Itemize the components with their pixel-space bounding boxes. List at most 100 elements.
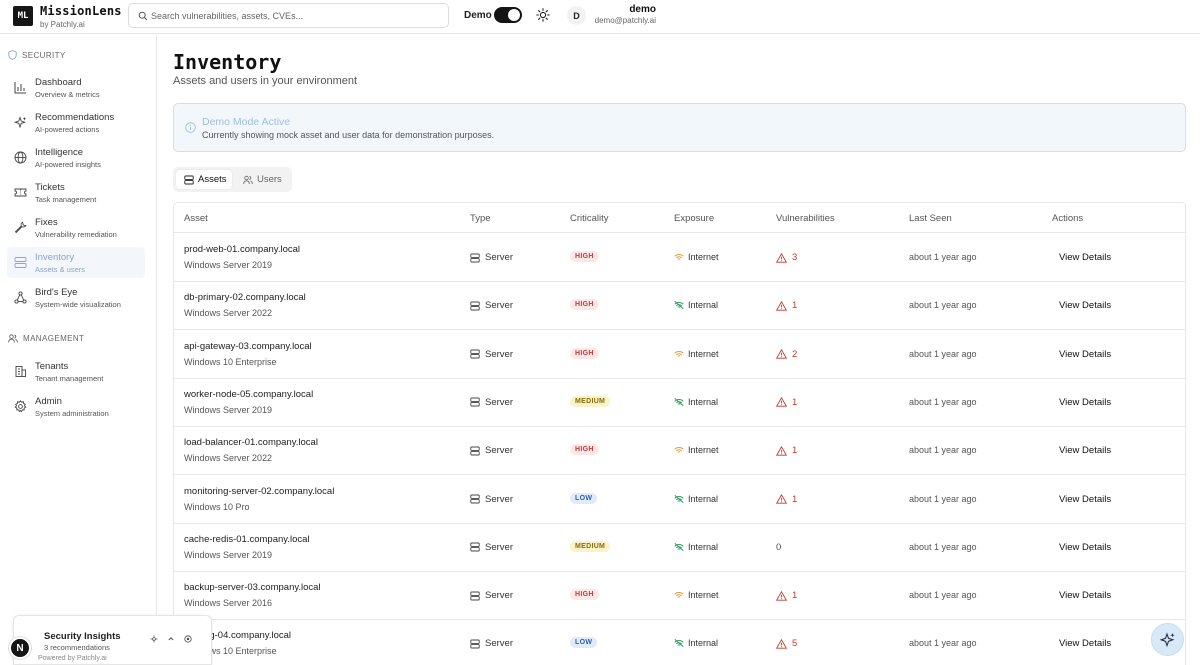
tab-users[interactable]: Users [235, 170, 289, 189]
asset-os: Windows Server 2019 [184, 404, 273, 415]
exposure: Internal [674, 638, 718, 648]
gear-icon[interactable] [150, 635, 158, 643]
view-details-button[interactable]: View Details [1059, 494, 1111, 505]
search-box[interactable] [128, 3, 449, 28]
column-header-exposure: Exposure [674, 213, 715, 224]
sidebar-item-dashboard[interactable]: Dashboard Overview & metrics [7, 72, 145, 103]
criticality-badge: LOW [570, 492, 598, 504]
banner-title: Demo Mode Active [202, 116, 291, 128]
asset-name: db-primary-02.company.local [184, 292, 306, 304]
sidebar-item-title: Tickets [35, 182, 65, 193]
asset-os: Windows 10 Pro [184, 501, 250, 512]
asset-type: Server [470, 638, 513, 649]
sidebar-item-recommendations[interactable]: Recommendations AI-powered actions [7, 107, 145, 138]
exposure: Internal [674, 542, 718, 552]
asset-type: Server [470, 397, 513, 408]
view-details-button[interactable]: View Details [1059, 542, 1111, 553]
ai-assistant-button[interactable] [1151, 623, 1184, 656]
asset-type: Server [470, 590, 513, 601]
server-icon [14, 257, 27, 268]
page-subtitle: Assets and users in your environment [173, 75, 358, 87]
user-email: demo@patchly.ai [594, 16, 656, 25]
sidebar-item-title: Admin [35, 396, 62, 407]
criticality-badge: MEDIUM [570, 540, 611, 552]
server-icon [470, 253, 480, 262]
alert-triangle-icon [776, 252, 787, 263]
asset-os: Windows Server 2016 [184, 598, 273, 609]
sun-icon[interactable] [536, 8, 550, 22]
view-details-button[interactable]: View Details [1059, 349, 1111, 360]
security-insights-panel[interactable]: Security Insights 3 recommendations Powe… [13, 615, 212, 665]
asset-name: monitoring-server-02.company.local [184, 485, 335, 497]
asset-os: Windows Server 2019 [184, 549, 273, 560]
sidebar-item-intelligence[interactable]: Intelligence AI-powered insights [7, 142, 145, 173]
sidebar-item-birds-eye[interactable]: Bird's Eye System-wide visualization [7, 282, 145, 313]
sidebar-item-admin[interactable]: Admin System administration [7, 391, 145, 422]
exposure: Internal [674, 494, 718, 504]
table-row[interactable]: monitoring-server-02.company.local Window… [174, 476, 1185, 524]
view-details-button[interactable]: View Details [1059, 300, 1111, 311]
table-row[interactable]: backup-server-03.company.local Windows Se… [174, 572, 1185, 621]
alert-triangle-icon [776, 397, 787, 408]
server-icon [470, 591, 480, 601]
sidebar-item-title: Tenants [35, 361, 69, 372]
globe-icon [14, 151, 27, 164]
sidebar: SECURITY Dashboard Overview & metrics Re… [0, 35, 157, 665]
asset-type: Server [470, 300, 513, 311]
view-details-button[interactable]: View Details [1059, 638, 1111, 649]
alert-triangle-icon [776, 590, 787, 601]
server-icon [470, 301, 480, 311]
sidebar-item-tickets[interactable]: Tickets Task management [7, 177, 145, 208]
table-row[interactable]: db-primary-02.company.local Windows Serve… [174, 282, 1185, 331]
bar-chart-icon [14, 82, 26, 94]
view-details-button[interactable]: View Details [1059, 445, 1111, 456]
wifi-icon [674, 447, 684, 453]
sidebar-item-subtitle: AI-powered insights [35, 160, 101, 169]
table-row[interactable]: prod-web-01.company.local Windows Server … [174, 234, 1185, 282]
tab-list: Assets Users [173, 167, 292, 192]
demo-toggle[interactable] [494, 7, 522, 23]
sidebar-item-subtitle: Vulnerability remediation [35, 230, 117, 239]
table-row[interactable]: worker-node-05.company.local Windows Serv… [174, 379, 1185, 427]
criticality-badge: HIGH [570, 347, 599, 359]
view-details-button[interactable]: View Details [1059, 590, 1111, 601]
users-icon [8, 334, 18, 343]
target-icon[interactable] [184, 635, 192, 643]
assistant-avatar[interactable]: N [9, 637, 31, 659]
sidebar-item-inventory[interactable]: Inventory Assets & users [7, 247, 145, 278]
server-icon [470, 494, 480, 504]
criticality-badge: HIGH [570, 251, 599, 262]
exposure: Internet [674, 445, 719, 455]
tab-assets[interactable]: Assets [176, 170, 232, 189]
table-row[interactable]: cache-redis-01.company.local Windows Serv… [174, 524, 1185, 572]
wifi-off-icon [674, 494, 684, 503]
sidebar-item-subtitle: AI-powered actions [35, 125, 100, 134]
vulnerability-count: 3 [776, 252, 797, 263]
asset-name: backup-server-03.company.local [184, 582, 321, 594]
alert-triangle-icon [776, 445, 787, 456]
logo-icon[interactable]: ML [13, 6, 33, 26]
sidebar-item-fixes[interactable]: Fixes Vulnerability remediation [7, 212, 145, 243]
vulnerability-count: 2 [776, 349, 797, 360]
alert-triangle-icon [776, 349, 787, 359]
table-row[interactable]: api-gateway-03.company.local Windows 10 E… [174, 331, 1185, 379]
view-details-button[interactable]: View Details [1059, 252, 1111, 263]
chevron-up-icon[interactable] [167, 635, 175, 643]
wifi-off-icon [674, 542, 684, 551]
sidebar-item-title: Fixes [35, 217, 58, 228]
asset-name: load-balancer-01.company.local [184, 437, 318, 449]
view-details-button[interactable]: View Details [1059, 397, 1111, 408]
column-header-actions: Actions [1052, 213, 1084, 224]
table-row[interactable]: staging-04.company.local Windows 10 Enter… [174, 620, 1185, 665]
page-title: Inventory [173, 50, 282, 74]
sidebar-item-tenants[interactable]: Tenants Tenant management [7, 356, 145, 387]
last-seen: about 1 year ago [909, 493, 977, 504]
user-name: demo [629, 4, 656, 15]
search-input[interactable] [151, 7, 441, 24]
demo-label: Demo [464, 10, 492, 21]
asset-os: Windows 10 Enterprise [184, 356, 277, 367]
column-header-type: Type [470, 213, 491, 224]
table-header: Asset Type Criticality Exposure Vulnerab… [174, 203, 1185, 233]
top-bar: ML MissionLens by Patchly.ai Demo D demo… [0, 0, 1200, 34]
table-row[interactable]: load-balancer-01.company.local Windows Se… [174, 427, 1185, 476]
